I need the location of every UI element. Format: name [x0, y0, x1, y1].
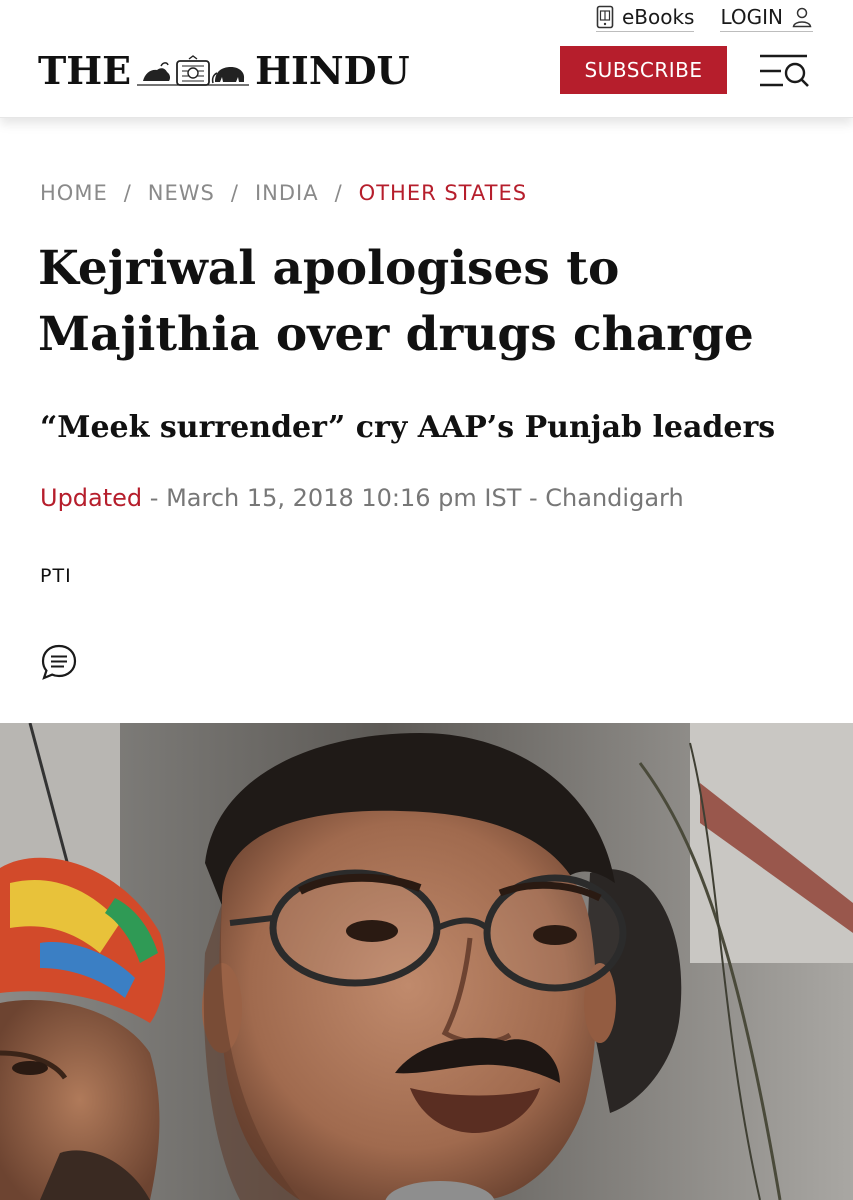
logo-text-hindu: HINDU — [255, 47, 410, 93]
logo-text-the: THE — [38, 47, 132, 93]
user-icon — [791, 6, 813, 28]
login-link[interactable]: LOGIN — [720, 5, 813, 32]
ebooks-link[interactable]: eBooks — [595, 4, 695, 32]
menu-search-icon — [757, 54, 811, 94]
breadcrumb-other-states[interactable]: OTHER STATES — [359, 181, 527, 205]
login-label: LOGIN — [720, 4, 783, 29]
subscribe-button[interactable]: SUBSCRIBE — [560, 46, 727, 94]
article-meta: Updated - March 15, 2018 10:16 pm IST - … — [40, 484, 684, 512]
breadcrumb-separator: / — [230, 181, 239, 205]
menu-search-button[interactable] — [757, 52, 811, 90]
article-byline[interactable]: PTI — [40, 565, 72, 587]
breadcrumb-separator: / — [123, 181, 132, 205]
comments-button[interactable] — [40, 643, 78, 681]
updated-label: Updated — [40, 484, 143, 512]
comment-icon — [40, 644, 78, 685]
article-subheadline: “Meek surrender” cry AAP’s Punjab leader… — [40, 410, 776, 445]
breadcrumb-india[interactable]: INDIA — [255, 181, 319, 205]
article-photo — [0, 723, 853, 1200]
breadcrumb: HOME / NEWS / INDIA / OTHER STATES — [40, 181, 527, 205]
book-icon — [596, 5, 614, 29]
top-links: eBooks LOGIN — [595, 2, 813, 34]
breadcrumb-home[interactable]: HOME — [40, 181, 108, 205]
article-headline: Kejriwal apologises to Majithia over dru… — [38, 241, 754, 362]
logo-emblem — [137, 53, 250, 87]
breadcrumb-separator: / — [334, 181, 343, 205]
site-header: eBooks LOGIN THE HINDU SUBSCRIBE — [0, 0, 853, 118]
breadcrumb-news[interactable]: NEWS — [148, 181, 215, 205]
site-logo[interactable]: THE HINDU — [38, 47, 410, 93]
article-dateline: - March 15, 2018 10:16 pm IST - Chandiga… — [142, 484, 684, 512]
ebooks-label: eBooks — [621, 4, 695, 29]
